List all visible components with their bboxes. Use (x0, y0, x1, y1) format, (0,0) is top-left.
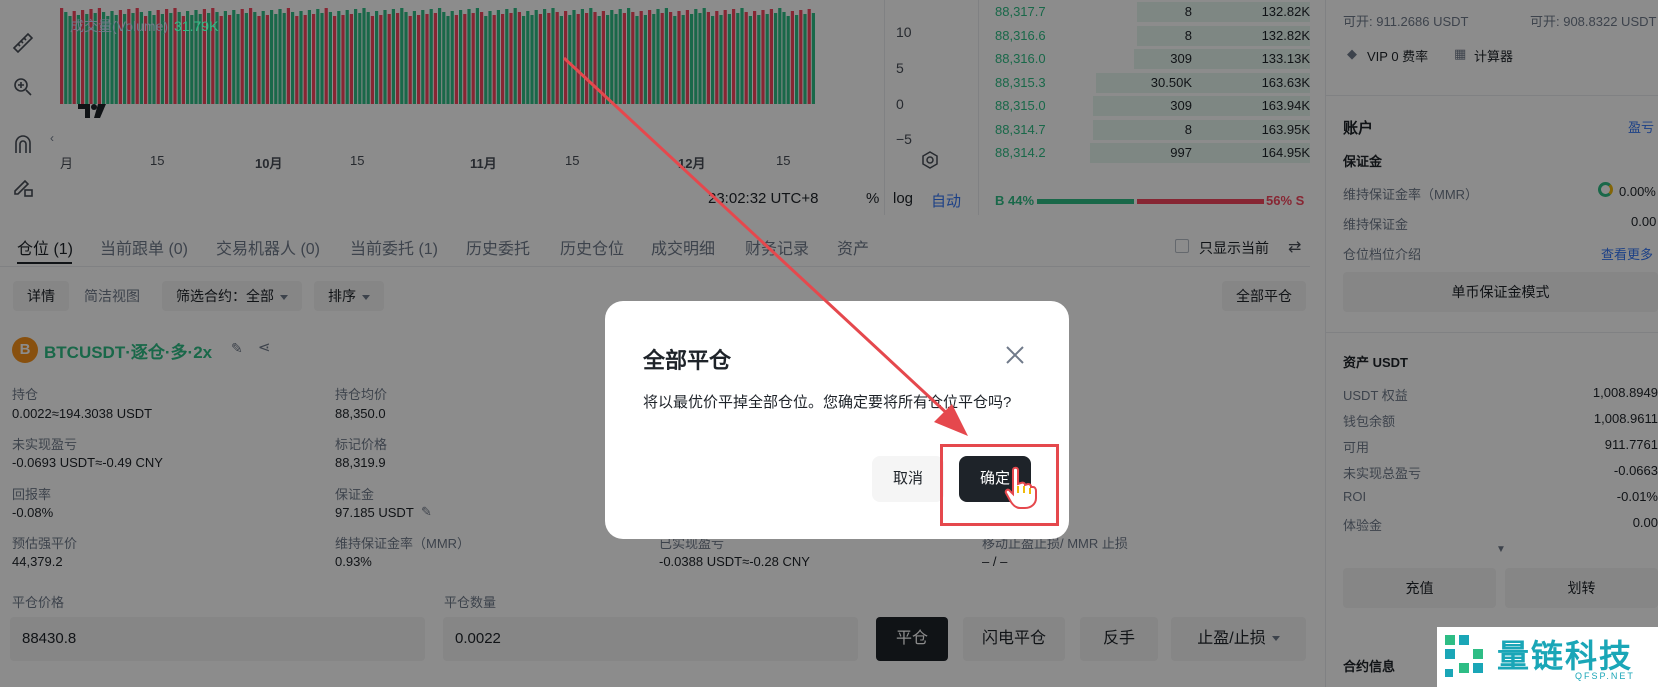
cancel-button[interactable]: 取消 (872, 456, 944, 502)
watermark-sub: QFSP.NET (1575, 671, 1635, 681)
close-all-dialog: 全部平仓 将以最优价平掉全部仓位。您确定要将所有仓位平仓吗? 取消 确定 (605, 301, 1069, 539)
watermark: 量链科技 QFSP.NET (1437, 627, 1658, 687)
pointer-hand-icon (1003, 466, 1039, 510)
volume-label: 成交量(Volume) 31.79K (70, 18, 219, 34)
watermark-logo-icon (1445, 635, 1483, 677)
annotation-highlight-box (940, 444, 1059, 526)
close-icon[interactable] (1003, 343, 1027, 367)
dialog-message: 将以最优价平掉全部仓位。您确定要将所有仓位平仓吗? (643, 394, 1012, 411)
volume-value: 31.79K (174, 18, 219, 34)
dialog-title: 全部平仓 (643, 348, 732, 373)
